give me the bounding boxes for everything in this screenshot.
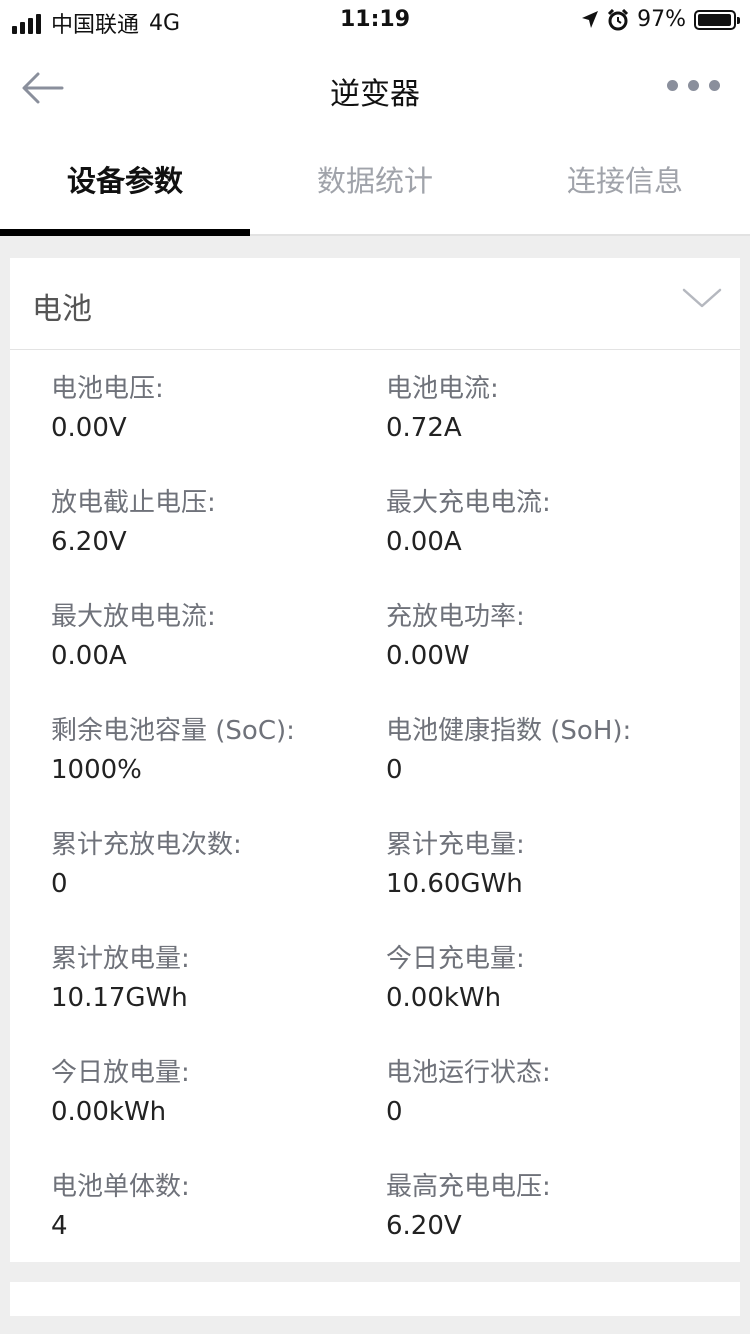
field-max-charge-current: 最大充电电流: 0.00A — [386, 484, 721, 562]
battery-section-card: 电池 电池电压: 0.00V 电池电流: 0.72A 放电截止电压: 6.20V 最大… — [10, 258, 740, 1262]
chevron-down-icon[interactable] — [682, 282, 722, 312]
field-label: 最大放电电流: — [51, 602, 216, 632]
field-label: 充放电功率: — [386, 602, 525, 632]
field-value: 6.20V — [386, 1211, 462, 1241]
field-value: 0.00kWh — [51, 1097, 167, 1127]
tab-device-params[interactable]: 设备参数 — [0, 136, 250, 236]
back-arrow-icon[interactable] — [20, 68, 66, 108]
field-value: 10.17GWh — [51, 983, 188, 1013]
battery-fields-grid: 电池电压: 0.00V 电池电流: 0.72A 放电截止电压: 6.20V 最大充电电… — [10, 350, 740, 1246]
field-today-charged: 今日充电量: 0.00kWh — [386, 940, 721, 1018]
field-cycle-count: 累计充放电次数: 0 — [51, 826, 386, 904]
alarm-icon — [608, 8, 629, 30]
nav-bar: 逆变器 — [0, 40, 750, 136]
field-value: 0.00W — [386, 641, 470, 671]
field-value: 0.72A — [386, 413, 462, 443]
field-label: 今日放电量: — [51, 1058, 190, 1088]
field-label: 累计充放电次数: — [51, 830, 242, 860]
field-value: 0 — [386, 755, 403, 785]
field-discharge-cutoff-voltage: 放电截止电压: 6.20V — [51, 484, 386, 562]
field-label: 最高充电电压: — [386, 1172, 551, 1202]
field-label: 电池单体数: — [51, 1172, 190, 1202]
field-label: 剩余电池容量 (SoC): — [51, 716, 295, 746]
field-battery-voltage: 电池电压: 0.00V — [51, 370, 386, 448]
field-value: 0.00A — [51, 641, 127, 671]
field-label: 今日充电量: — [386, 944, 525, 974]
field-label: 电池电压: — [51, 374, 164, 404]
tab-connection-info[interactable]: 连接信息 — [500, 136, 750, 234]
field-label: 电池电流: — [386, 374, 499, 404]
field-value: 10.60GWh — [386, 869, 523, 899]
field-total-discharged: 累计放电量: 10.17GWh — [51, 940, 386, 1018]
more-options-icon[interactable] — [667, 80, 720, 91]
field-cell-count: 电池单体数: 4 — [51, 1168, 386, 1246]
location-arrow-icon — [582, 10, 599, 28]
field-max-charge-voltage: 最高充电电压: 6.20V — [386, 1168, 721, 1246]
section-title: 电池 — [32, 292, 92, 327]
field-value: 0.00A — [386, 527, 462, 557]
field-total-charged: 累计充电量: 10.60GWh — [386, 826, 721, 904]
battery-section-header[interactable]: 电池 — [10, 258, 740, 350]
field-label: 累计放电量: — [51, 944, 190, 974]
battery-percent: 97% — [637, 7, 686, 32]
page-title: 逆变器 — [330, 77, 420, 112]
field-charge-discharge-power: 充放电功率: 0.00W — [386, 598, 721, 676]
field-battery-current: 电池电流: 0.72A — [386, 370, 721, 448]
field-value: 0 — [386, 1097, 403, 1127]
bottom-strip — [0, 1316, 750, 1334]
field-label: 累计充电量: — [386, 830, 525, 860]
field-soh: 电池健康指数 (SoH): 0 — [386, 712, 721, 790]
battery-fill — [698, 13, 731, 26]
field-battery-run-status: 电池运行状态: 0 — [386, 1054, 721, 1132]
field-value: 6.20V — [51, 527, 127, 557]
field-label: 放电截止电压: — [51, 488, 216, 518]
battery-icon — [694, 9, 740, 30]
status-right: 97% — [581, 7, 740, 32]
field-value: 1000% — [51, 755, 142, 785]
field-soc: 剩余电池容量 (SoC): 1000% — [51, 712, 386, 790]
field-today-discharged: 今日放电量: 0.00kWh — [51, 1054, 386, 1132]
field-value: 4 — [51, 1211, 68, 1241]
field-value: 0 — [51, 869, 68, 899]
status-bar: 中国联通 4G 11:19 97% — [0, 0, 750, 40]
field-value: 0.00V — [51, 413, 127, 443]
tab-bar: 设备参数 数据统计 连接信息 — [0, 136, 750, 236]
field-value: 0.00kWh — [386, 983, 502, 1013]
field-label: 电池运行状态: — [386, 1058, 551, 1088]
field-label: 电池健康指数 (SoH): — [386, 716, 632, 746]
field-label: 最大充电电流: — [386, 488, 551, 518]
field-max-discharge-current: 最大放电电流: 0.00A — [51, 598, 386, 676]
tab-data-statistics[interactable]: 数据统计 — [250, 136, 500, 234]
